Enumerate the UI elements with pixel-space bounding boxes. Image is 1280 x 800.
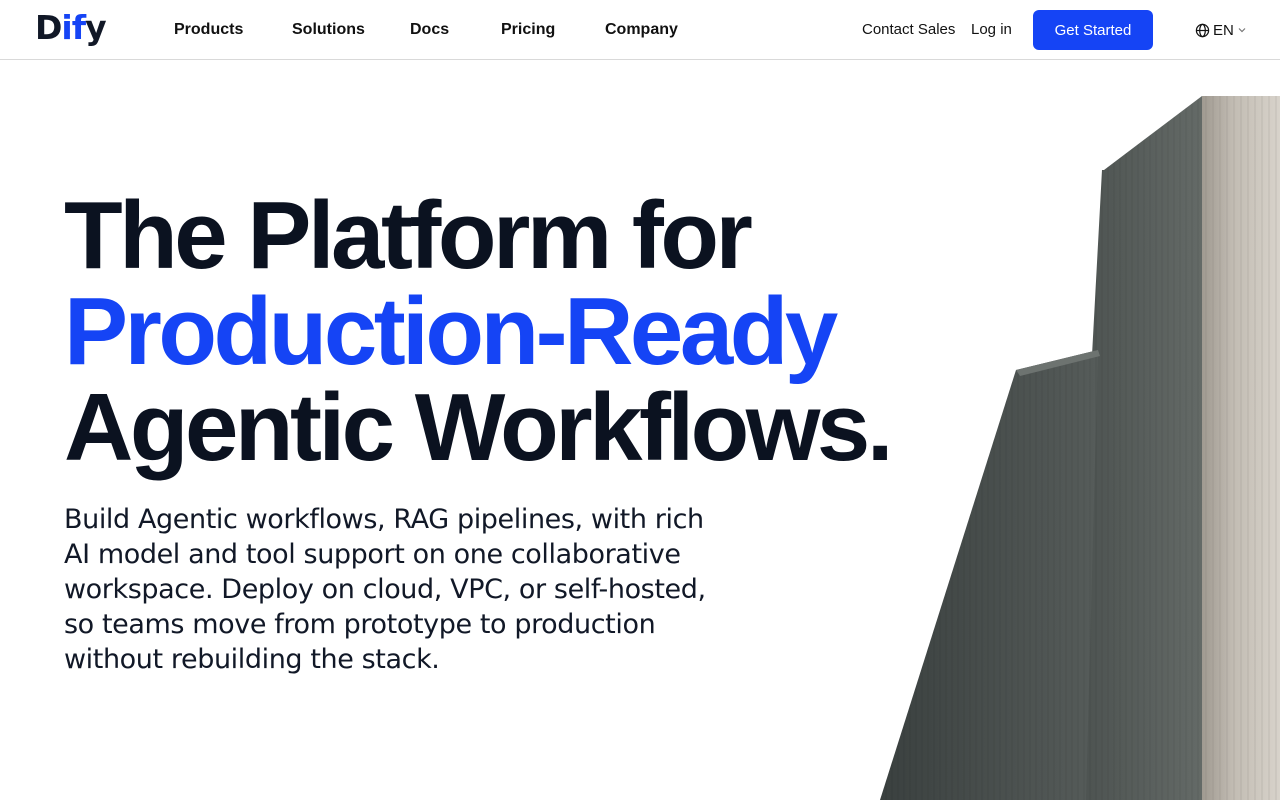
globe-icon	[1195, 23, 1210, 38]
hero-description: Build Agentic workflows, RAG pipelines, …	[64, 504, 706, 675]
logo-letter-y: y	[85, 8, 106, 47]
get-started-button[interactable]: Get Started	[1033, 10, 1153, 50]
hero-title-line-3: Agentic Workflows.	[64, 374, 893, 481]
nav-solutions[interactable]: Solutions	[292, 20, 365, 40]
hero-title-line-1: The Platform for	[64, 182, 753, 289]
logo-letter-d: D	[35, 8, 62, 47]
language-label: EN	[1213, 21, 1234, 39]
dify-logo[interactable]: Dify	[35, 8, 107, 48]
login-link[interactable]: Log in	[971, 21, 1012, 39]
hero-title-line-2: Production-Ready	[64, 278, 838, 385]
contact-sales-link[interactable]: Contact Sales	[862, 21, 955, 39]
chevron-down-icon	[1237, 25, 1247, 35]
nav-pricing[interactable]: Pricing	[501, 20, 555, 40]
logo-letters-if: if	[61, 8, 86, 47]
language-selector[interactable]: EN	[1195, 20, 1247, 40]
nav-products[interactable]: Products	[174, 20, 243, 40]
hero-title: The Platform for Production-Ready Agenti…	[64, 188, 904, 476]
nav-docs[interactable]: Docs	[410, 20, 449, 40]
nav-company[interactable]: Company	[605, 20, 678, 40]
concrete-pillars-image	[880, 96, 1280, 800]
site-header: Dify Products Solutions Docs Pricing Com…	[0, 0, 1280, 60]
